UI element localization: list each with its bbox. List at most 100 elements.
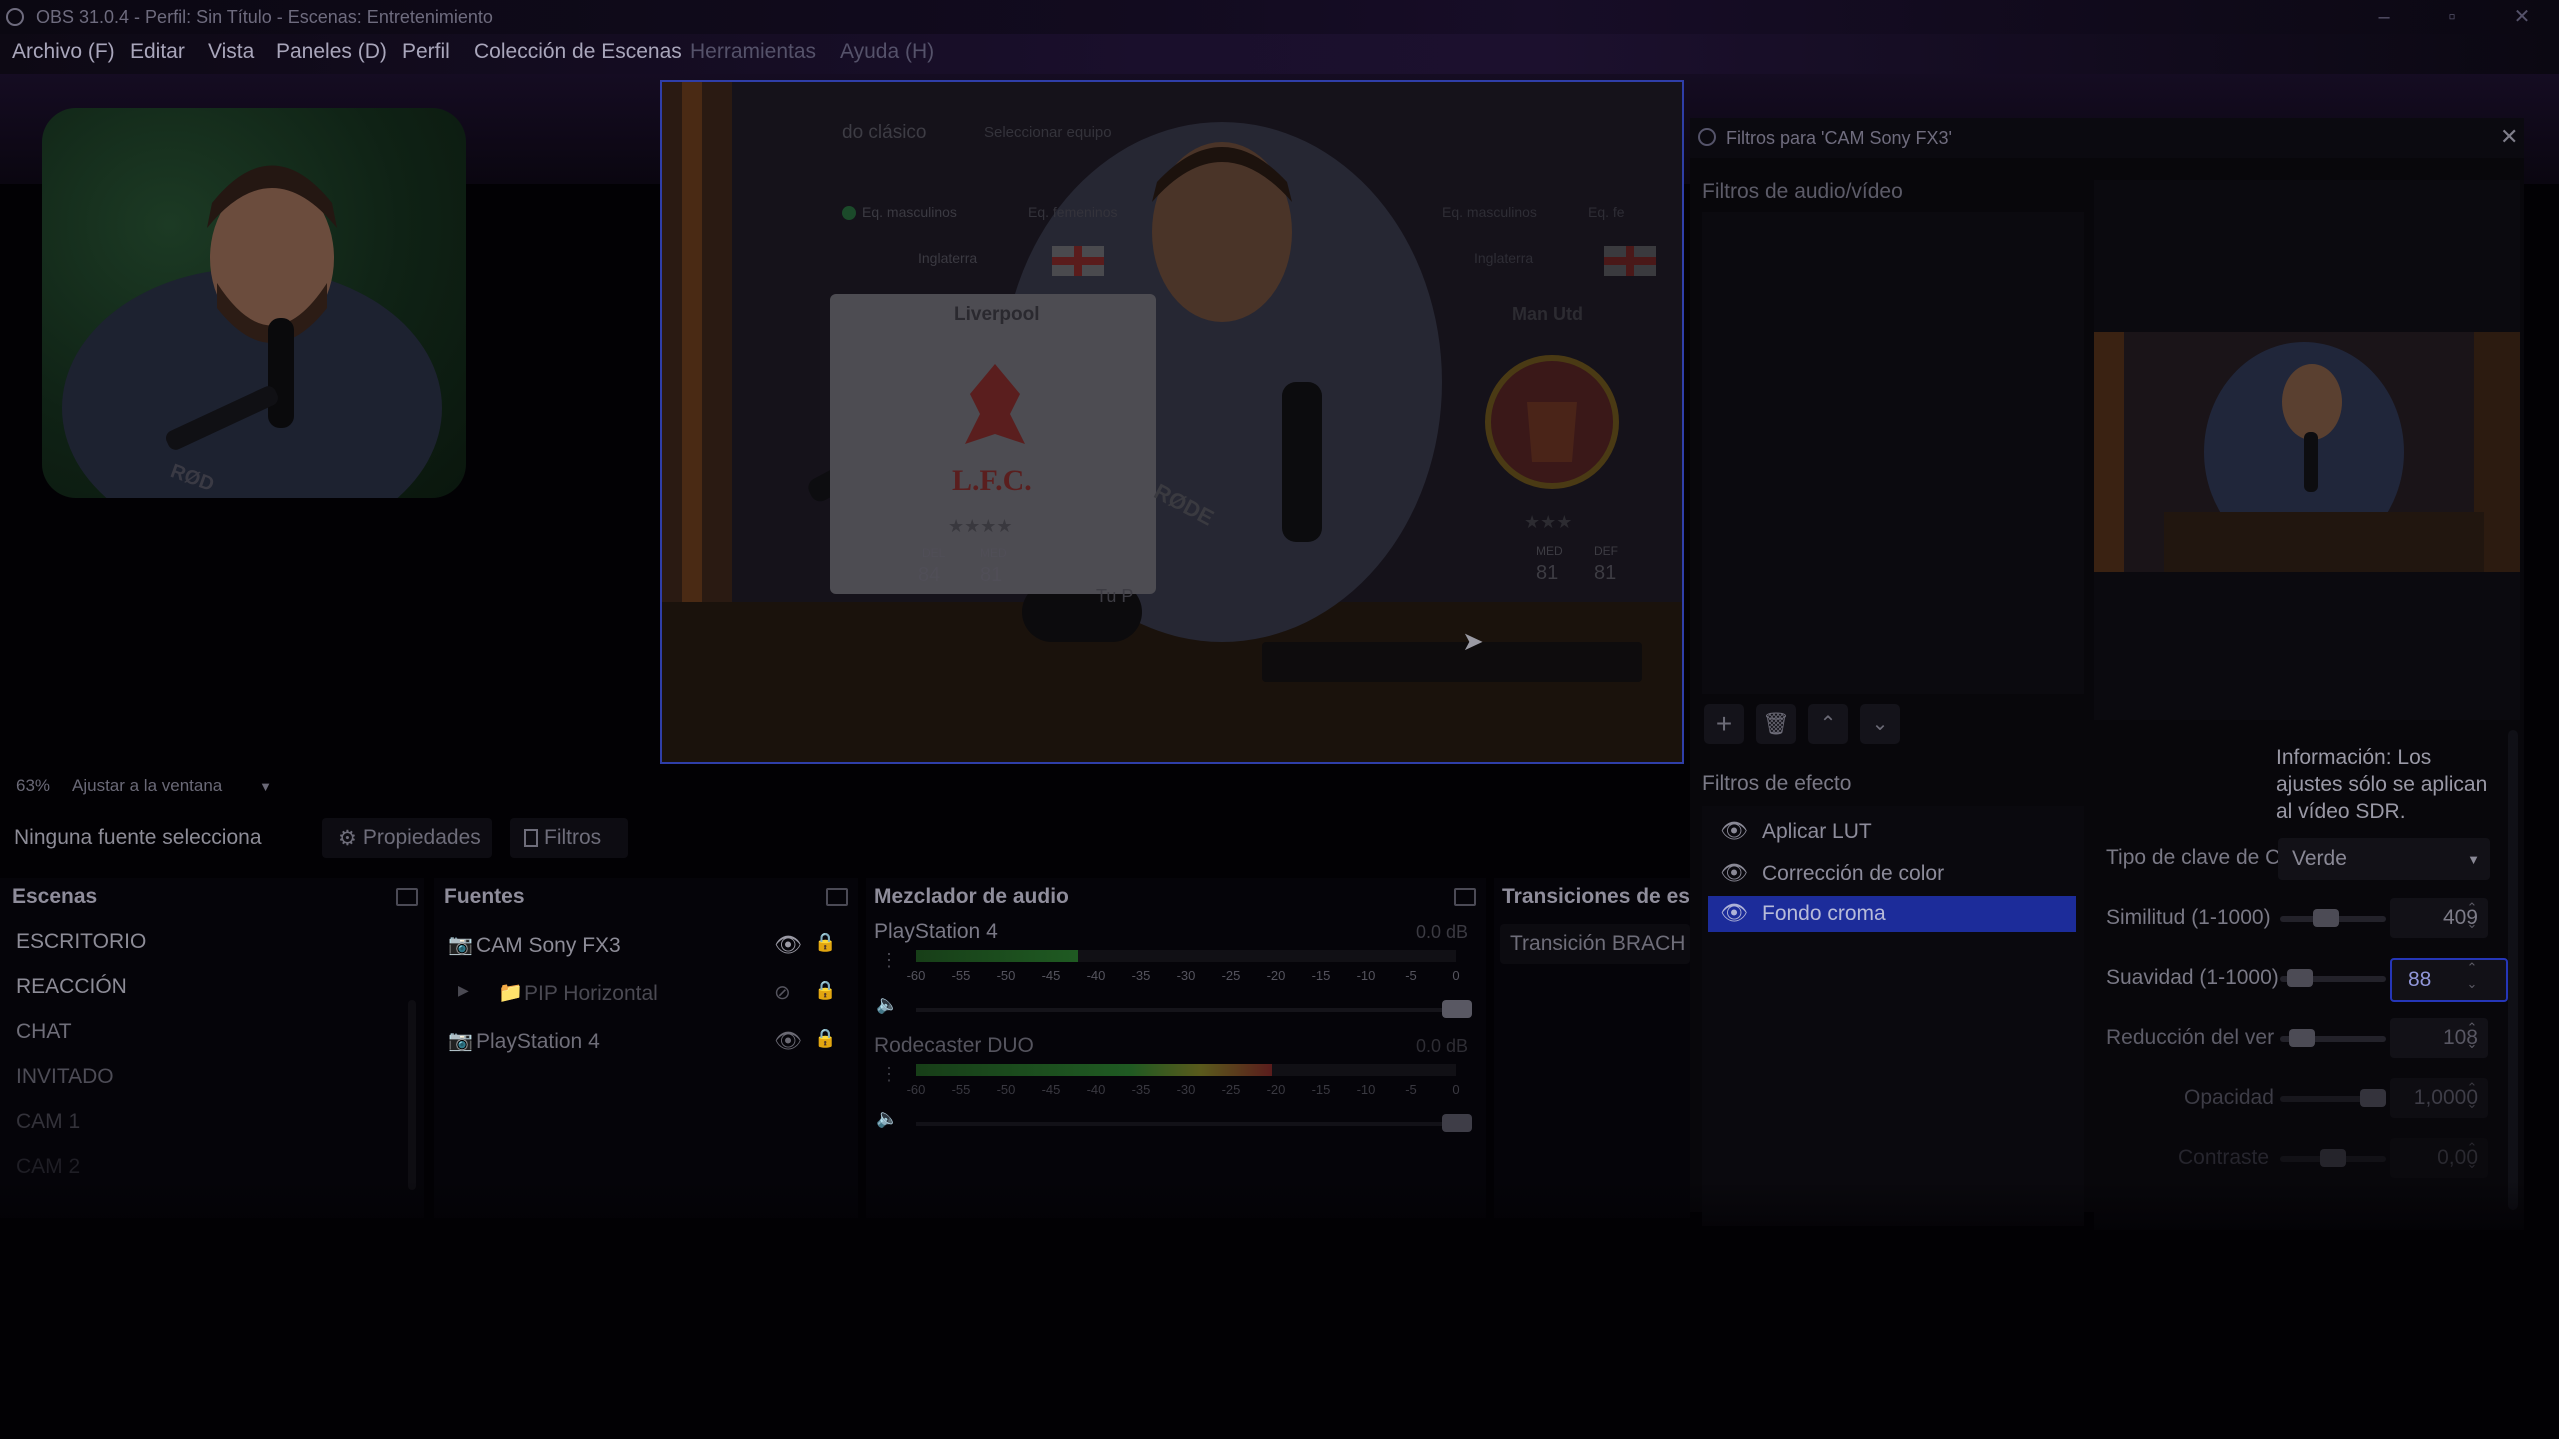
volume-slider-knob[interactable] — [1442, 1000, 1472, 1018]
team-right-name: Man Utd — [1512, 304, 1583, 324]
eye-hidden-icon[interactable]: ⊘ — [774, 980, 791, 1005]
stat-del-label: DEL — [922, 546, 946, 560]
menu-herramientas[interactable]: Herramientas — [690, 40, 816, 64]
eye-icon[interactable]: 👁 — [774, 1028, 802, 1054]
transitions-header: Transiciones de esc — [1502, 878, 1690, 916]
mixer-header: Mezclador de audio — [874, 878, 1454, 916]
transitions-dock: Transiciones de esc Transición BRACH — [1494, 878, 1690, 1218]
spin-arrows-icon[interactable]: ⌃ ⌄ — [2462, 960, 2482, 992]
menu-coleccion-escenas[interactable]: Colección de Escenas — [474, 40, 682, 64]
close-window-icon[interactable]: ✕ — [2502, 0, 2542, 34]
transition-select[interactable]: Transición BRACH — [1500, 924, 1690, 964]
settings-scrollbar[interactable] — [2508, 730, 2518, 1210]
spin-arrows-icon[interactable]: ⌃ ⌄ — [2462, 900, 2482, 932]
meter-tick-label: -30 — [1176, 968, 1196, 983]
effect-filter-name: Corrección de color — [1762, 862, 1945, 885]
close-icon[interactable]: ✕ — [2500, 124, 2518, 150]
speaker-icon[interactable]: 🔈 — [876, 1108, 898, 1129]
smoothness-slider[interactable] — [2280, 969, 2386, 987]
slider-knob[interactable] — [2312, 909, 2339, 927]
trash-icon[interactable]: 🗑 — [1756, 704, 1796, 744]
add-filter-icon[interactable]: + — [1704, 704, 1744, 744]
rating-stars-right-icon: ★★★ — [1524, 512, 1573, 532]
team-left-logo: L.F.C. — [952, 464, 1032, 497]
slider-knob[interactable] — [2287, 969, 2314, 987]
maximize-icon[interactable]: ▫ — [2432, 0, 2472, 34]
volume-slider[interactable] — [916, 1122, 1456, 1126]
expand-arrow-icon[interactable]: ▶ — [458, 982, 469, 999]
spill-reduction-label: Reducción del ver — [2106, 1026, 2275, 1049]
scene-escritorio[interactable]: ESCRITORIO — [16, 930, 146, 954]
key-type-select[interactable]: Verde ▼ — [2278, 838, 2490, 880]
smoothness-input[interactable]: 88 — [2390, 958, 2508, 1002]
spin-arrows-icon[interactable]: ⌃ ⌄ — [2462, 1020, 2482, 1052]
program-preview[interactable]: do clásico Seleccionar equipo Eq. mascul… — [660, 80, 1684, 764]
overlay-country: Inglaterra — [918, 250, 978, 266]
menu-vista[interactable]: Vista — [208, 40, 254, 64]
scenes-scrollbar[interactable] — [408, 1000, 416, 1190]
scene-invitado[interactable]: INVITADO — [16, 1065, 114, 1089]
menu-ayuda[interactable]: Ayuda (H) — [840, 40, 934, 64]
eye-icon[interactable]: 👁 — [1720, 900, 1748, 926]
av-filters-section: Filtros de audio/vídeo — [1702, 180, 1903, 203]
properties-button[interactable]: ⚙ Propiedades — [322, 818, 492, 858]
lock-icon[interactable]: 🔒 — [814, 1028, 836, 1049]
channel-db: 0.0 dB — [1416, 922, 1469, 942]
volume-slider[interactable] — [916, 1008, 1456, 1012]
undock-sources-icon[interactable] — [826, 888, 848, 906]
menu-paneles[interactable]: Paneles (D) — [276, 40, 387, 64]
similarity-slider[interactable] — [2280, 909, 2386, 927]
channel-menu-icon[interactable]: ⋮ — [880, 950, 898, 971]
pip-camera-preview: RØD — [42, 108, 466, 498]
lock-icon[interactable]: 🔒 — [814, 980, 836, 1001]
menu-archivo[interactable]: Archivo (F) — [12, 40, 115, 64]
eye-icon[interactable]: 👁 — [774, 932, 802, 958]
undock-scenes-icon[interactable] — [396, 888, 418, 906]
spin-arrows-icon[interactable]: ⌃ ⌄ — [2462, 1140, 2482, 1172]
sources-title: Fuentes — [444, 885, 525, 908]
undock-mixer-icon[interactable] — [1454, 888, 1476, 906]
effect-filter-row[interactable]: 👁 Corrección de color — [1708, 856, 2076, 892]
eye-icon[interactable]: 👁 — [1720, 860, 1748, 886]
source-row[interactable]: 📷 CAM Sony FX3 👁 🔒 — [448, 926, 846, 966]
source-row[interactable]: ▶ 📁 PIP Horizontal ⊘ 🔒 — [448, 974, 846, 1014]
source-name: CAM Sony FX3 — [476, 934, 621, 957]
volume-slider-knob[interactable] — [1442, 1114, 1472, 1132]
contrast-slider[interactable] — [2280, 1149, 2386, 1167]
scene-cam1[interactable]: CAM 1 — [16, 1110, 80, 1134]
slider-knob[interactable] — [2360, 1089, 2386, 1107]
scene-reaccion[interactable]: REACCIÓN — [16, 975, 127, 999]
minimize-icon[interactable]: – — [2364, 0, 2404, 34]
overlay-team-female-right: Eq. fe — [1588, 204, 1625, 220]
source-row[interactable]: 📷 PlayStation 4 👁 🔒 — [448, 1022, 846, 1062]
move-up-icon[interactable]: ⌃ — [1808, 704, 1848, 744]
eye-icon[interactable]: 👁 — [1720, 818, 1748, 844]
menu-perfil[interactable]: Perfil — [402, 40, 450, 64]
channel-db: 0.0 dB — [1416, 1036, 1469, 1056]
slider-knob[interactable] — [2320, 1149, 2346, 1167]
scenes-dock: Escenas ESCRITORIO REACCIÓN CHAT INVITAD… — [0, 878, 424, 1218]
effect-filter-row[interactable]: 👁 Aplicar LUT — [1708, 814, 2076, 850]
window-title: OBS 31.0.4 - Perfil: Sin Título - Escena… — [36, 7, 493, 27]
scene-cam2[interactable]: CAM 2 — [16, 1155, 80, 1179]
lock-icon[interactable]: 🔒 — [814, 932, 836, 953]
obs-logo-icon — [6, 8, 24, 26]
opacity-slider[interactable] — [2280, 1089, 2386, 1107]
channel-menu-icon[interactable]: ⋮ — [880, 1064, 898, 1085]
move-down-icon[interactable]: ⌄ — [1860, 704, 1900, 744]
source-name: PlayStation 4 — [476, 1030, 600, 1053]
speaker-muted-icon[interactable]: 🔈 — [876, 994, 898, 1015]
meter-tick-label: -5 — [1405, 1082, 1417, 1097]
filters-button[interactable]: Filtros — [510, 818, 628, 858]
spin-arrows-icon[interactable]: ⌃ ⌄ — [2462, 1080, 2482, 1112]
av-filters-list[interactable] — [1702, 212, 2084, 694]
zoom-fit-select[interactable]: Ajustar a la ventana ▼ — [62, 772, 272, 800]
filter-preview-thumbnail — [2094, 332, 2520, 572]
scene-chat[interactable]: CHAT — [16, 1020, 72, 1044]
meter-scale: -60 -55 -50 -45 -40 -35 -30 -25 -20 -15 -10 -5 0 — [907, 1082, 1460, 1098]
menu-editar[interactable]: Editar — [130, 40, 185, 64]
slider-knob[interactable] — [2288, 1029, 2315, 1047]
spill-reduction-slider[interactable] — [2280, 1029, 2386, 1047]
effect-filter-row-selected[interactable]: 👁 Fondo croma — [1708, 896, 2076, 932]
team-card-left[interactable]: Liverpool L.F.C. ★★★★ DEL 84 MED 81 — [830, 294, 1156, 594]
